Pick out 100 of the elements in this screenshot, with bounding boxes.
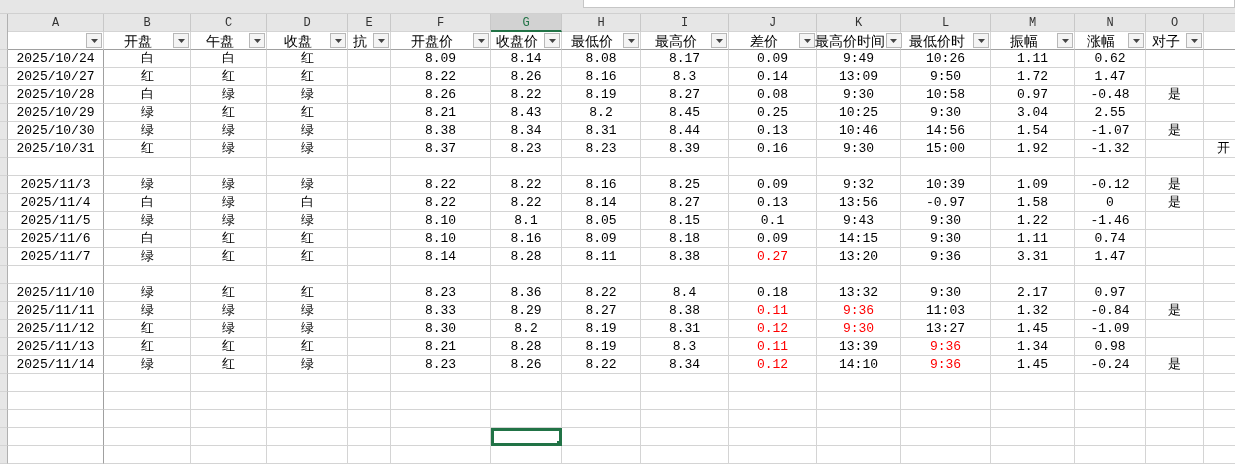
table-cell: -1.46 <box>1075 212 1146 230</box>
filter-button[interactable] <box>1057 33 1073 48</box>
row-header[interactable] <box>0 410 8 428</box>
filter-button[interactable] <box>1186 33 1202 48</box>
column-header[interactable]: I <box>641 14 729 32</box>
table-cell: 绿 <box>267 356 348 374</box>
filter-button[interactable] <box>249 33 265 48</box>
table-cell <box>1075 266 1146 284</box>
row-header[interactable] <box>0 140 8 158</box>
table-cell: -1.09 <box>1075 320 1146 338</box>
formula-field[interactable] <box>583 0 1235 8</box>
row-header[interactable] <box>0 50 8 68</box>
table-cell: 8.31 <box>562 122 641 140</box>
table-cell: 1.92 <box>991 140 1075 158</box>
column-title: 收盘价 <box>496 31 538 50</box>
row-header[interactable] <box>0 428 8 446</box>
row-header[interactable] <box>0 32 8 50</box>
column-header[interactable]: K <box>817 14 901 32</box>
filter-button[interactable] <box>330 33 346 48</box>
caret-icon <box>890 38 897 43</box>
caret-icon <box>177 38 185 43</box>
filter-button[interactable] <box>544 33 560 48</box>
column-header[interactable]: C <box>191 14 267 32</box>
caret-icon <box>1061 38 1069 43</box>
table-cell: 9:36 <box>901 356 991 374</box>
row-header[interactable] <box>0 194 8 212</box>
row-header[interactable] <box>0 158 8 176</box>
table-cell <box>348 266 391 284</box>
table-cell <box>348 212 391 230</box>
caret-icon <box>334 38 342 43</box>
table-cell: 8.19 <box>562 320 641 338</box>
row-header[interactable] <box>0 176 8 194</box>
filter-button[interactable] <box>1128 33 1144 48</box>
filter-button[interactable] <box>885 33 902 48</box>
filter-button[interactable] <box>799 33 815 48</box>
filter-button[interactable] <box>86 33 102 48</box>
selected-cell[interactable] <box>491 428 562 446</box>
table-cell <box>348 374 391 392</box>
column-title: 最低价 <box>571 31 613 50</box>
column-header[interactable]: M <box>991 14 1075 32</box>
table-cell: 8.14 <box>391 248 491 266</box>
table-cell <box>1075 428 1146 446</box>
row-header[interactable] <box>0 122 8 140</box>
row-header[interactable] <box>0 212 8 230</box>
table-cell: 0.74 <box>1075 230 1146 248</box>
table-cell: 8.31 <box>641 320 729 338</box>
table-cell: 8.18 <box>641 230 729 248</box>
caret-icon <box>1132 38 1140 43</box>
filter-button[interactable] <box>711 33 727 48</box>
table-cell: 绿 <box>191 212 267 230</box>
row-header[interactable] <box>0 68 8 86</box>
table-cell: 绿 <box>191 86 267 104</box>
caret-icon <box>627 38 635 43</box>
column-header[interactable]: E <box>348 14 391 32</box>
row-header[interactable] <box>0 374 8 392</box>
table-cell: 8.38 <box>641 248 729 266</box>
filter-button[interactable] <box>623 33 639 48</box>
table-cell: 8.23 <box>391 284 491 302</box>
table-cell: 白 <box>191 50 267 68</box>
row-header[interactable] <box>0 356 8 374</box>
filter-button[interactable] <box>173 33 189 48</box>
table-cell: 红 <box>191 230 267 248</box>
row-header[interactable] <box>0 86 8 104</box>
row-header[interactable] <box>0 320 8 338</box>
column-header[interactable]: L <box>901 14 991 32</box>
column-header[interactable]: A <box>8 14 104 32</box>
row-header[interactable] <box>0 230 8 248</box>
column-header[interactable]: D <box>267 14 348 32</box>
table-cell: -0.24 <box>1075 356 1146 374</box>
column-header[interactable]: F <box>391 14 491 32</box>
table-cell <box>1146 158 1204 176</box>
filter-button[interactable] <box>973 33 989 48</box>
table-cell <box>348 302 391 320</box>
table-cell: 0.62 <box>1075 50 1146 68</box>
table-cell: 8.22 <box>391 194 491 212</box>
table-cell: 绿 <box>104 212 191 230</box>
row-header[interactable] <box>0 248 8 266</box>
row-header[interactable] <box>0 104 8 122</box>
table-cell <box>491 158 562 176</box>
column-header[interactable]: H <box>562 14 641 32</box>
table-cell: 2025/11/5 <box>8 212 104 230</box>
table-cell: 0.11 <box>729 302 817 320</box>
row-header[interactable] <box>0 446 8 464</box>
column-header[interactable]: G <box>491 14 562 32</box>
table-cell: 0.09 <box>729 230 817 248</box>
row-header[interactable] <box>0 284 8 302</box>
column-header[interactable]: N <box>1075 14 1146 32</box>
row-header[interactable] <box>0 266 8 284</box>
row-header[interactable] <box>0 392 8 410</box>
filter-button[interactable] <box>473 33 489 48</box>
column-header[interactable]: B <box>104 14 191 32</box>
column-header[interactable]: O <box>1146 14 1204 32</box>
table-cell: 3.31 <box>991 248 1075 266</box>
column-header[interactable]: J <box>729 14 817 32</box>
filter-button[interactable] <box>373 33 389 48</box>
row-header[interactable] <box>0 302 8 320</box>
table-cell: 8.44 <box>641 122 729 140</box>
row-header[interactable] <box>0 338 8 356</box>
column-title: 差价 <box>749 31 778 50</box>
table-cell: 13:39 <box>817 338 901 356</box>
